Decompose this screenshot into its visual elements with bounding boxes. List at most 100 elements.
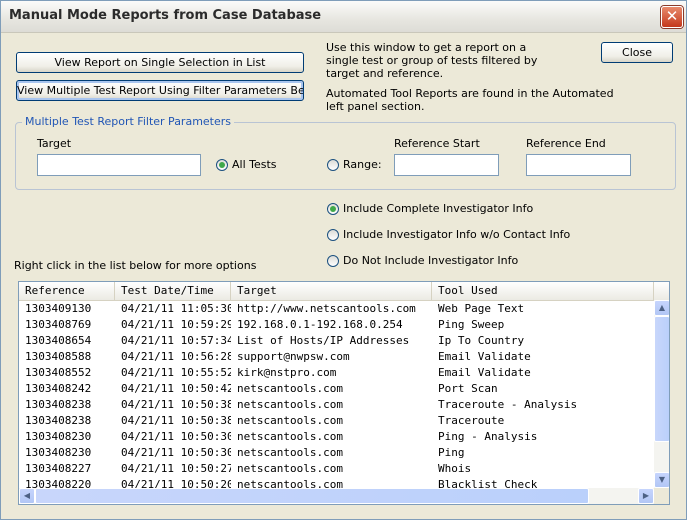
- cell-tool: Whois: [438, 462, 472, 475]
- reference-end-input[interactable]: [526, 154, 631, 176]
- table-row[interactable]: 1303408769 04/21/11 10:59:29 192.168.0.1-1…: [19, 317, 654, 333]
- cell-tool: Ip To Country: [438, 334, 525, 347]
- list-header: Reference Test Date/Time Target Tool Use…: [19, 282, 669, 301]
- all-tests-label: All Tests: [232, 158, 277, 171]
- cell-target: kirk@nstpro.com: [237, 366, 337, 379]
- cell-date: 04/21/11 10:50:38: [121, 398, 231, 411]
- cell-reference: 1303408588: [25, 350, 92, 363]
- cell-date: 04/21/11 10:55:52: [121, 366, 231, 379]
- filter-group-legend: Multiple Test Report Filter Parameters: [22, 115, 235, 128]
- cell-date: 04/21/11 10:50:42: [121, 382, 231, 395]
- cell-tool: Ping: [438, 446, 465, 459]
- view-single-report-button[interactable]: View Report on Single Selection in List: [16, 52, 304, 73]
- window-close-icon[interactable]: ✕: [661, 6, 683, 28]
- cell-reference: 1303408238: [25, 414, 92, 427]
- scroll-down-icon[interactable]: ▼: [654, 472, 669, 488]
- cell-tool: Traceroute - Analysis: [438, 398, 578, 411]
- horizontal-scroll-thumb[interactable]: [35, 488, 589, 504]
- cell-date: 04/21/11 10:50:30: [121, 446, 231, 459]
- cell-target: http://www.netscantools.com: [237, 302, 416, 315]
- window-title: Manual Mode Reports from Case Database: [9, 8, 322, 23]
- cell-tool: Email Validate: [438, 366, 531, 379]
- cell-date: 04/21/11 10:50:27: [121, 462, 231, 475]
- table-row[interactable]: 1303408227 04/21/11 10:50:27 netscantools.…: [19, 461, 654, 477]
- table-row[interactable]: 1303408552 04/21/11 10:55:52 kirk@nstpro.c…: [19, 365, 654, 381]
- table-row[interactable]: 1303408242 04/21/11 10:50:42 netscantools.…: [19, 381, 654, 397]
- vertical-scrollbar[interactable]: ▲ ▼: [654, 300, 669, 488]
- cell-tool: Ping - Analysis: [438, 430, 538, 443]
- column-header-tool[interactable]: Tool Used: [432, 282, 654, 300]
- info-text-line5: left panel section.: [326, 100, 425, 113]
- cell-tool: Web Page Text: [438, 302, 525, 315]
- cell-reference: 1303409130: [25, 302, 92, 315]
- table-row[interactable]: 1303409130 04/21/11 11:05:30 http://www.ne…: [19, 301, 654, 317]
- cell-tool: Ping Sweep: [438, 318, 505, 331]
- column-header-target[interactable]: Target: [231, 282, 432, 300]
- info-text-line2: single test or group of tests filtered b…: [326, 54, 538, 67]
- investigator-no-contact-label: Include Investigator Info w/o Contact In…: [343, 228, 571, 241]
- cell-reference: 1303408552: [25, 366, 92, 379]
- table-row[interactable]: 1303408238 04/21/11 10:50:38 netscantools.…: [19, 397, 654, 413]
- table-row[interactable]: 1303408238 04/21/11 10:50:38 netscantools.…: [19, 413, 654, 429]
- info-text-line4: Automated Tool Reports are found in the …: [326, 87, 614, 100]
- cell-target: netscantools.com: [237, 398, 343, 411]
- cell-date: 04/21/11 10:50:38: [121, 414, 231, 427]
- table-row[interactable]: 1303408654 04/21/11 10:57:34 List of Hosts…: [19, 333, 654, 349]
- investigator-none-label: Do Not Include Investigator Info: [343, 254, 519, 267]
- horizontal-scrollbar[interactable]: ◀ ▶: [19, 488, 654, 504]
- table-row[interactable]: 1303408230 04/21/11 10:50:30 netscantools.…: [19, 445, 654, 461]
- range-radio[interactable]: [327, 159, 339, 171]
- cell-target: netscantools.com: [237, 462, 343, 475]
- table-row[interactable]: 1303408588 04/21/11 10:56:28 support@nwpsw…: [19, 349, 654, 365]
- cell-target: List of Hosts/IP Addresses: [237, 334, 410, 347]
- view-multiple-report-button[interactable]: View Multiple Test Report Using Filter P…: [16, 80, 304, 101]
- cell-reference: 1303408227: [25, 462, 92, 475]
- target-label: Target: [37, 137, 72, 150]
- scroll-left-icon[interactable]: ◀: [19, 488, 35, 504]
- cell-date: 04/21/11 10:56:28: [121, 350, 231, 363]
- scroll-right-icon[interactable]: ▶: [638, 488, 654, 504]
- investigator-complete-radio[interactable]: [327, 203, 339, 215]
- cell-date: 04/21/11 10:57:34: [121, 334, 231, 347]
- list-hint-text: Right click in the list below for more o…: [14, 259, 257, 272]
- investigator-complete-label: Include Complete Investigator Info: [343, 202, 534, 215]
- close-button[interactable]: Close: [601, 42, 673, 63]
- investigator-no-contact-radio[interactable]: [327, 229, 339, 241]
- cell-reference: 1303408238: [25, 398, 92, 411]
- scroll-up-icon[interactable]: ▲: [654, 300, 669, 316]
- cell-target: support@nwpsw.com: [237, 350, 350, 363]
- cell-target: netscantools.com: [237, 382, 343, 395]
- all-tests-radio[interactable]: [216, 159, 228, 171]
- cell-reference: 1303408654: [25, 334, 92, 347]
- cell-date: 04/21/11 10:59:29: [121, 318, 231, 331]
- column-header-reference[interactable]: Reference: [19, 282, 115, 300]
- info-text-line3: target and reference.: [326, 67, 444, 80]
- report-list[interactable]: Reference Test Date/Time Target Tool Use…: [18, 281, 670, 505]
- cell-date: 04/21/11 11:05:30: [121, 302, 231, 315]
- cell-reference: 1303408242: [25, 382, 92, 395]
- cell-target: netscantools.com: [237, 414, 343, 427]
- info-text-line1: Use this window to get a report on a: [326, 41, 527, 54]
- cell-reference: 1303408230: [25, 446, 92, 459]
- cell-tool: Traceroute: [438, 414, 505, 427]
- cell-date: 04/21/11 10:50:30: [121, 430, 231, 443]
- column-header-date[interactable]: Test Date/Time: [115, 282, 231, 300]
- investigator-none-radio[interactable]: [327, 255, 339, 267]
- cell-target: netscantools.com: [237, 446, 343, 459]
- reference-start-input[interactable]: [394, 154, 499, 176]
- cell-reference: 1303408769: [25, 318, 92, 331]
- cell-target: 192.168.0.1-192.168.0.254: [237, 318, 403, 331]
- table-row[interactable]: 1303408230 04/21/11 10:50:30 netscantools.…: [19, 429, 654, 445]
- reference-end-label: Reference End: [526, 137, 606, 150]
- vertical-scroll-thumb[interactable]: [654, 316, 669, 442]
- cell-tool: Port Scan: [438, 382, 498, 395]
- report-window: Manual Mode Reports from Case Database ✕…: [0, 0, 687, 520]
- cell-target: netscantools.com: [237, 430, 343, 443]
- range-label: Range:: [343, 158, 382, 171]
- reference-start-label: Reference Start: [394, 137, 480, 150]
- cell-tool: Email Validate: [438, 350, 531, 363]
- cell-reference: 1303408230: [25, 430, 92, 443]
- title-bar: Manual Mode Reports from Case Database ✕: [1, 1, 686, 33]
- scroll-corner: [654, 488, 669, 504]
- target-input[interactable]: [37, 154, 201, 176]
